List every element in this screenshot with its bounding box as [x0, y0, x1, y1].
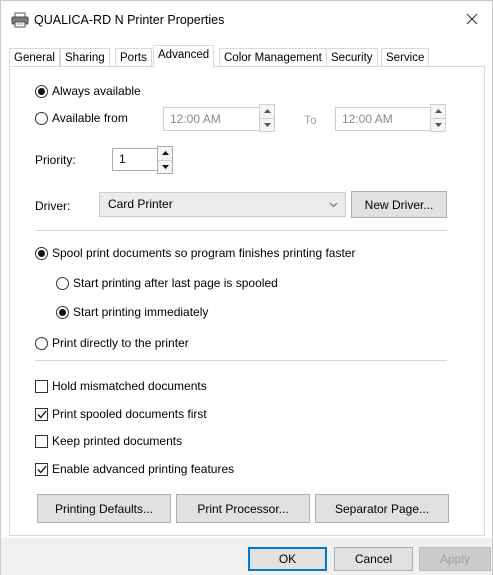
print-directly-radio[interactable]: Print directly to the printer	[35, 336, 189, 350]
from-time-spinner[interactable]	[259, 104, 275, 132]
cancel-button[interactable]: Cancel	[334, 547, 413, 571]
printer-properties-dialog: QUALICA-RD N Printer Properties General …	[0, 0, 493, 575]
hold-mismatched-label: Hold mismatched documents	[52, 379, 207, 393]
checkbox-unchecked-icon	[35, 379, 48, 393]
print-spooled-first-label: Print spooled documents first	[52, 407, 207, 421]
divider	[35, 230, 447, 231]
printer-icon	[11, 12, 29, 28]
available-from-label: Available from	[52, 111, 128, 125]
driver-select[interactable]: Card Printer	[99, 192, 346, 217]
checkbox-unchecked-icon	[35, 434, 48, 448]
advanced-panel: Always available Available from 12:00 AM…	[9, 66, 485, 536]
always-available-radio[interactable]: Always available	[35, 84, 141, 98]
keep-printed-label: Keep printed documents	[52, 434, 183, 448]
driver-select-value: Card Printer	[108, 197, 173, 211]
chevron-down-icon	[329, 193, 338, 224]
tab-color-management[interactable]: Color Management	[219, 48, 327, 67]
tab-service[interactable]: Service	[381, 48, 430, 67]
to-label: To	[304, 113, 317, 127]
tab-security[interactable]: Security	[326, 48, 378, 67]
keep-printed-checkbox[interactable]: Keep printed documents	[35, 434, 182, 448]
spool-radio[interactable]: Spool print documents so program finishe…	[35, 246, 356, 260]
tab-ports[interactable]: Ports	[115, 48, 152, 67]
print-spooled-first-checkbox[interactable]: Print spooled documents first	[35, 407, 207, 421]
ok-button[interactable]: OK	[248, 547, 327, 571]
tab-advanced[interactable]: Advanced	[153, 45, 215, 68]
printing-defaults-button[interactable]: Printing Defaults...	[37, 494, 171, 523]
tab-general[interactable]: General	[9, 48, 60, 67]
chevron-up-icon[interactable]	[158, 147, 172, 160]
radio-unselected-icon	[35, 336, 48, 350]
checkmark-icon	[35, 407, 48, 421]
available-from-radio[interactable]: Available from	[35, 111, 128, 125]
new-driver-button[interactable]: New Driver...	[351, 191, 447, 218]
title-bar: QUALICA-RD N Printer Properties	[1, 1, 492, 39]
radio-unselected-icon	[56, 276, 69, 290]
close-button[interactable]	[452, 1, 492, 39]
dialog-footer: OK Cancel Apply	[1, 538, 492, 575]
start-immediately-radio[interactable]: Start printing immediately	[56, 305, 208, 319]
apply-button[interactable]: Apply	[419, 547, 491, 571]
divider	[35, 360, 447, 361]
to-time-spinner[interactable]	[430, 104, 446, 132]
tab-strip: General Sharing Ports Advanced Color Man…	[9, 45, 486, 68]
radio-selected-icon	[35, 84, 48, 98]
priority-spinner[interactable]	[157, 146, 173, 174]
start-after-last-page-label: Start printing after last page is spoole…	[73, 276, 278, 290]
driver-label: Driver:	[35, 199, 71, 213]
window-title: QUALICA-RD N Printer Properties	[34, 13, 225, 27]
start-immediately-label: Start printing immediately	[73, 305, 209, 319]
radio-selected-icon	[56, 305, 69, 319]
chevron-down-icon[interactable]	[158, 159, 172, 174]
hold-mismatched-checkbox[interactable]: Hold mismatched documents	[35, 379, 207, 393]
close-icon	[466, 13, 478, 28]
print-directly-label: Print directly to the printer	[52, 336, 189, 350]
chevron-down-icon[interactable]	[431, 117, 445, 132]
print-processor-button[interactable]: Print Processor...	[176, 494, 310, 523]
tab-sharing[interactable]: Sharing	[60, 48, 110, 67]
advanced-features-checkbox[interactable]: Enable advanced printing features	[35, 462, 234, 476]
always-available-label: Always available	[52, 84, 141, 98]
radio-unselected-icon	[35, 111, 48, 125]
spool-label: Spool print documents so program finishe…	[52, 246, 356, 260]
radio-selected-icon	[35, 246, 48, 260]
to-time-field[interactable]: 12:00 AM	[335, 107, 439, 131]
checkmark-icon	[35, 462, 48, 476]
advanced-features-label: Enable advanced printing features	[52, 462, 235, 476]
separator-page-button[interactable]: Separator Page...	[315, 494, 449, 523]
chevron-down-icon[interactable]	[260, 117, 274, 132]
chevron-up-icon[interactable]	[260, 105, 274, 118]
chevron-up-icon[interactable]	[431, 105, 445, 118]
from-time-field[interactable]: 12:00 AM	[163, 107, 264, 131]
start-after-last-page-radio[interactable]: Start printing after last page is spoole…	[56, 276, 278, 290]
priority-field[interactable]: 1	[112, 148, 159, 171]
priority-label: Priority:	[35, 153, 76, 167]
